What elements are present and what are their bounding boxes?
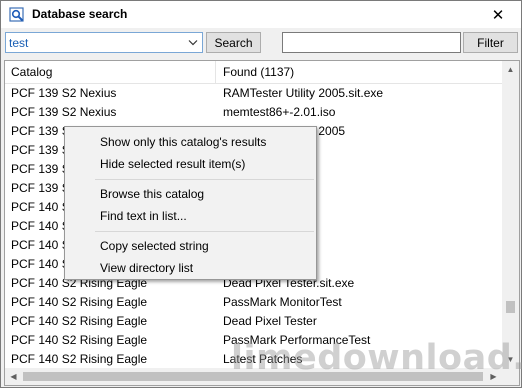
menu-item-copy-selected-string[interactable]: Copy selected string bbox=[67, 235, 314, 257]
vertical-scroll-thumb[interactable] bbox=[506, 301, 515, 313]
table-row[interactable]: PCF 139 S2 Nexius memtest86+-2.01.iso bbox=[5, 103, 502, 122]
table-row[interactable]: PCF 140 S2 Rising Eagle PassMark Performa… bbox=[5, 331, 502, 350]
catalog-cell: PCF 139 S2 Nexius bbox=[11, 105, 117, 119]
table-row[interactable]: PCF 140 S2 Rising Eagle PassMark MonitorT… bbox=[5, 293, 502, 312]
menu-item-hide-selected-results[interactable]: Hide selected result item(s) bbox=[67, 153, 314, 175]
found-cell: RAMTester Utility 2005.sit.exe bbox=[223, 86, 384, 100]
close-button[interactable]: ✕ bbox=[475, 1, 521, 28]
search-window-icon bbox=[9, 7, 24, 22]
search-combobox[interactable]: test bbox=[5, 32, 203, 53]
menu-separator bbox=[95, 231, 314, 232]
chevron-down-icon[interactable] bbox=[187, 36, 199, 49]
found-cell: PassMark MonitorTest bbox=[223, 295, 342, 309]
list-header: Catalog Found (1137) bbox=[5, 61, 502, 84]
menu-separator bbox=[95, 179, 314, 180]
database-search-window: Database search ✕ test Search Filter Cat… bbox=[0, 0, 522, 388]
context-menu: Show only this catalog's results Hide se… bbox=[64, 126, 317, 280]
filter-button[interactable]: Filter bbox=[463, 32, 518, 53]
found-cell: Dead Pixel Tester bbox=[223, 314, 317, 328]
menu-item-show-only-catalog-results[interactable]: Show only this catalog's results bbox=[67, 131, 314, 153]
scroll-down-icon[interactable]: ▼ bbox=[502, 351, 519, 368]
search-input[interactable]: test bbox=[9, 36, 28, 50]
menu-item-find-text[interactable]: Find text in list... bbox=[67, 205, 314, 227]
title-bar: Database search ✕ bbox=[1, 1, 521, 28]
horizontal-scroll-thumb[interactable] bbox=[23, 372, 483, 381]
catalog-cell: PCF 140 S2 Rising Eagle bbox=[11, 295, 148, 309]
scrollbar-corner bbox=[502, 368, 519, 385]
table-row[interactable]: PCF 140 S2 Rising Eagle Dead Pixel Tester bbox=[5, 312, 502, 331]
menu-item-view-directory-list[interactable]: View directory list bbox=[67, 257, 314, 279]
catalog-cell: PCF 140 S2 Rising Eagle bbox=[11, 314, 148, 328]
search-button[interactable]: Search bbox=[206, 32, 261, 53]
scroll-right-icon[interactable]: ▶ bbox=[485, 368, 502, 385]
close-icon: ✕ bbox=[491, 6, 505, 24]
catalog-cell: PCF 140 S2 Rising Eagle bbox=[11, 352, 148, 366]
catalog-cell: PCF 140 S2 Rising Eagle bbox=[11, 333, 148, 347]
catalog-cell: PCF 139 S2 Nexius bbox=[11, 86, 117, 100]
search-toolbar: test Search Filter bbox=[1, 28, 521, 60]
menu-item-browse-catalog[interactable]: Browse this catalog bbox=[67, 183, 314, 205]
table-row[interactable]: PCF 140 S2 Rising Eagle Latest Patches bbox=[5, 350, 502, 369]
window-title: Database search bbox=[32, 7, 128, 21]
scroll-left-icon[interactable]: ◀ bbox=[5, 368, 22, 385]
column-header-catalog[interactable]: Catalog bbox=[5, 61, 216, 84]
found-cell: Latest Patches bbox=[223, 352, 303, 366]
vertical-scrollbar[interactable]: ▲ ▼ bbox=[502, 61, 519, 368]
scroll-up-icon[interactable]: ▲ bbox=[502, 61, 519, 78]
column-header-found[interactable]: Found (1137) bbox=[216, 61, 502, 84]
found-cell: memtest86+-2.01.iso bbox=[223, 105, 336, 119]
filter-input[interactable] bbox=[282, 32, 461, 53]
found-cell: PassMark PerformanceTest bbox=[223, 333, 371, 347]
table-row[interactable]: PCF 139 S2 Nexius RAMTester Utility 2005.… bbox=[5, 84, 502, 103]
horizontal-scrollbar[interactable]: ◀ ▶ bbox=[5, 368, 502, 385]
